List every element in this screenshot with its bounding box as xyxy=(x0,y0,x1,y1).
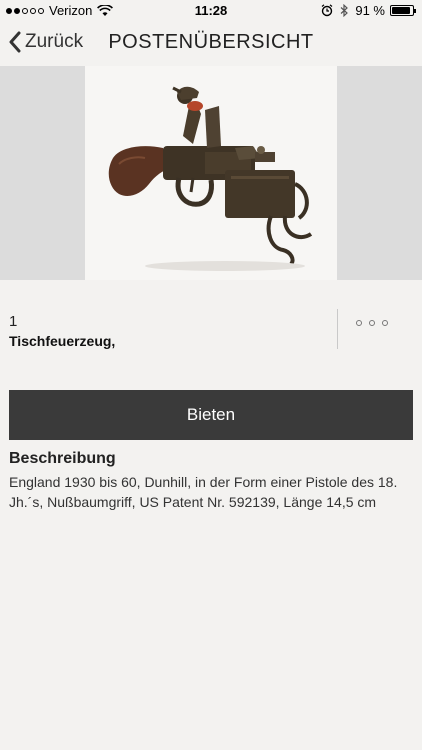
pistol-lighter-image xyxy=(108,86,313,271)
alarm-icon xyxy=(321,4,333,17)
battery-icon xyxy=(390,5,416,16)
description-heading: Beschreibung xyxy=(9,450,116,467)
bid-button[interactable]: Bieten xyxy=(9,390,413,440)
navigation-bar: Zurück POSTENÜBERSICHT xyxy=(0,22,422,66)
lot-info: 1 Tischfeuerzeug, xyxy=(0,280,422,380)
image-gallery[interactable] xyxy=(0,66,422,280)
status-right: 91 % xyxy=(321,3,416,18)
more-dot-icon xyxy=(369,320,375,326)
lot-photo[interactable] xyxy=(85,66,337,280)
bluetooth-icon xyxy=(340,4,349,17)
more-dot-icon xyxy=(382,320,388,326)
battery-fill xyxy=(392,7,410,14)
page-title: POSTENÜBERSICHT xyxy=(108,31,314,53)
description-text: England 1930 bis 60, Dunhill, in der For… xyxy=(9,474,398,510)
divider xyxy=(337,309,338,349)
lot-title: Tischfeuerzeug, xyxy=(9,333,116,349)
status-bar: Verizon 11:28 91 % xyxy=(0,0,422,22)
lot-number: 1 xyxy=(9,313,18,330)
more-options-button[interactable] xyxy=(356,320,388,326)
battery-percent: 91 % xyxy=(355,3,385,18)
more-dot-icon xyxy=(356,320,362,326)
